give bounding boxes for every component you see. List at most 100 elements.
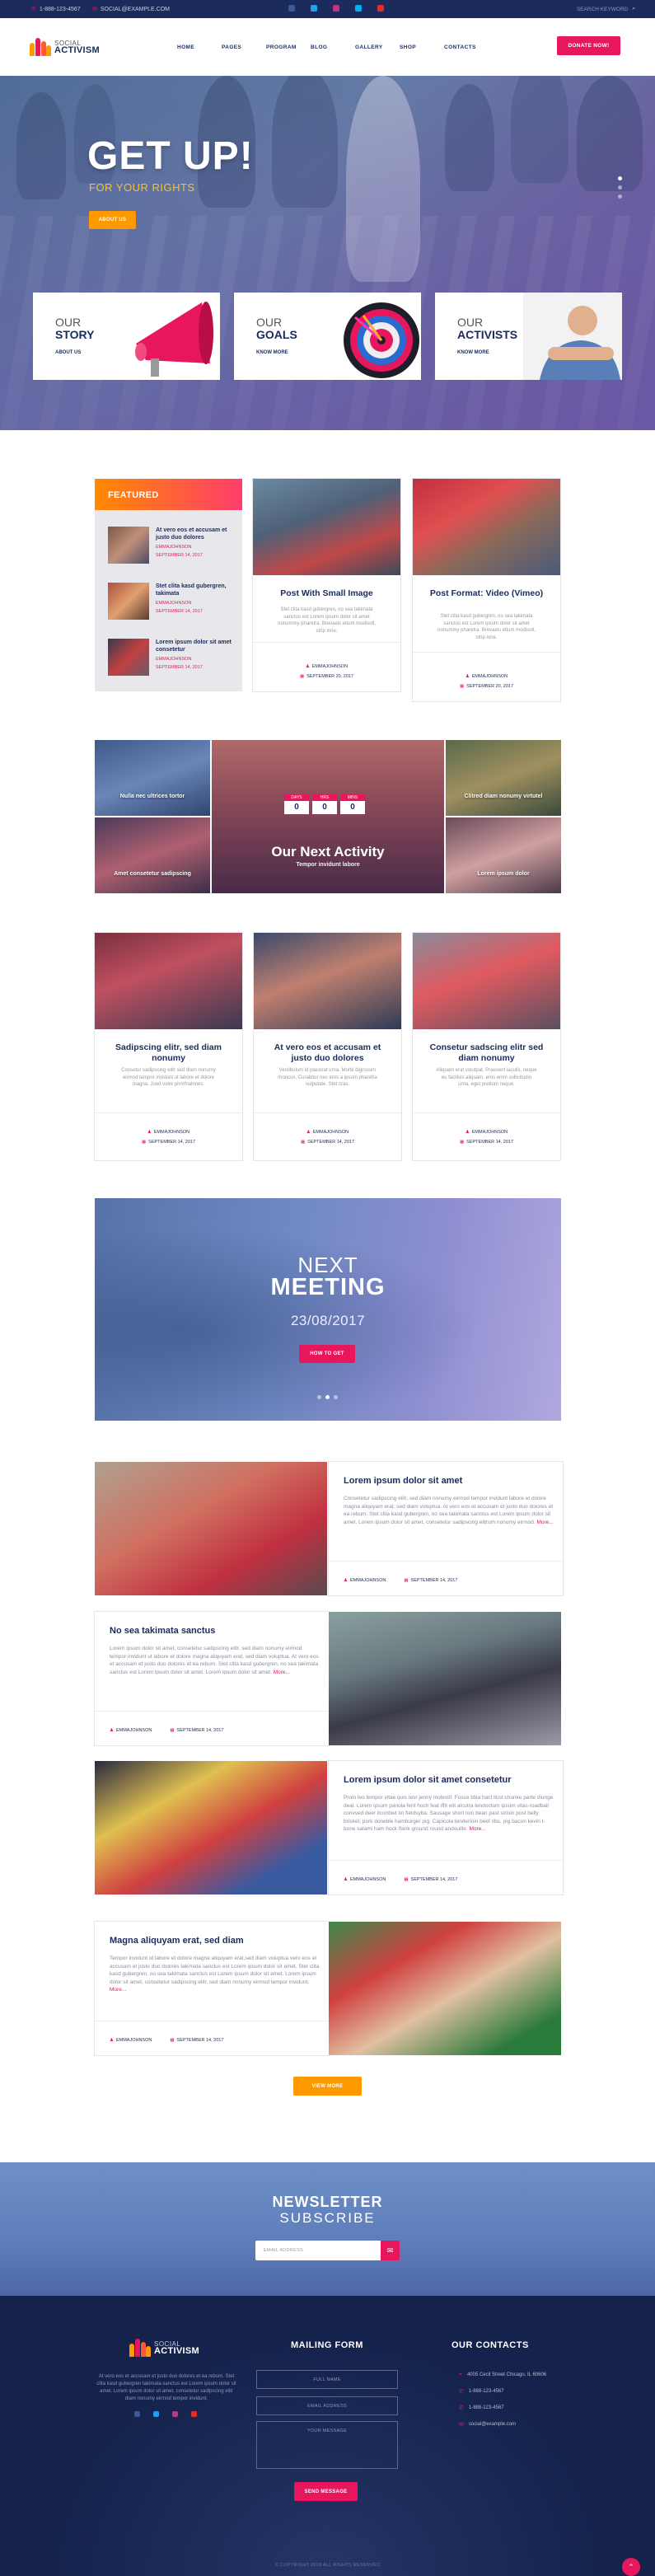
slider-dot[interactable] — [325, 1395, 330, 1399]
post-date: ▦ SEPTEMBER 20, 2017 — [459, 684, 514, 689]
post-card[interactable]: At vero eos et accusam et justo duo dolo… — [254, 933, 401, 1160]
post-author[interactable]: ♟ EMMAJOHNSON — [254, 1129, 401, 1136]
slider-dot[interactable] — [618, 194, 622, 199]
featured-item[interactable]: Stet clita kasd gubergren, takimata EMMA… — [108, 583, 240, 624]
location-icon: ⌖ — [459, 2372, 462, 2377]
activity-tile[interactable]: Lorem ipsum dolor — [446, 817, 561, 893]
logo[interactable]: SOCIAL ACTIVISM — [30, 38, 100, 56]
post-author[interactable]: ♟ EMMAJOHNSON — [413, 1129, 560, 1136]
youtube-icon[interactable] — [377, 5, 384, 12]
post-author[interactable]: ♟ EMMAJOHNSON — [344, 1877, 386, 1882]
scroll-to-top-button[interactable]: ⌃ — [622, 2558, 640, 2576]
activity-tile[interactable]: Nulla nec ultrices tortor — [95, 740, 210, 816]
instagram-icon[interactable] — [172, 2411, 178, 2417]
more-link[interactable]: More... — [470, 1826, 486, 1832]
activity-featured[interactable]: DAYS 0 HRS 0 MINS 0 Our Next Activity Te… — [212, 740, 444, 893]
logo-big-text: ACTIVISM — [54, 45, 100, 55]
email-field[interactable]: EMAIL ADDRESS — [256, 2396, 398, 2415]
next-meeting-slider: NEXT MEETING 23/08/2017 HOW TO GET — [95, 1198, 561, 1421]
user-icon: ♟ — [305, 664, 310, 669]
topbar-email[interactable]: ✉ SOCIAL@EXAMPLE.COM — [92, 6, 170, 13]
topbar-phone[interactable]: ✆ 1-888-123-4567 — [31, 6, 81, 13]
message-field[interactable]: YOUR MESSAGE — [256, 2421, 398, 2469]
post-author[interactable]: ♟ EMMAJOHNSON — [95, 1129, 242, 1136]
post-author[interactable]: ♟ EMMAJOHNSON — [413, 673, 560, 681]
post-card[interactable]: Post With Small Image Stet clita kasd gu… — [253, 479, 400, 691]
post-date: ▦ SEPTEMBER 14, 2017 — [459, 1140, 514, 1145]
nav-blog[interactable]: BLOG — [311, 44, 355, 50]
nav-contacts[interactable]: CONTACTS — [444, 44, 489, 50]
skype-icon[interactable] — [355, 5, 362, 12]
contacts-title: OUR CONTACTS — [451, 2340, 529, 2350]
more-link[interactable]: More... — [110, 1987, 126, 1993]
post-card[interactable]: Post Format: Video (Vimeo) Stet clita ka… — [413, 479, 560, 701]
card-our-activists[interactable]: OUR ACTIVISTS KNOW MORE — [435, 293, 622, 380]
chevron-up-icon: ⌃ — [628, 2562, 634, 2571]
featured-item[interactable]: At vero eos et accusam et justo duo dolo… — [108, 527, 240, 568]
twitter-icon[interactable] — [311, 5, 317, 12]
how-to-get-button[interactable]: HOW TO GET — [299, 1345, 355, 1363]
post-author[interactable]: ♟ EMMAJOHNSON — [344, 1578, 386, 1583]
view-more-button[interactable]: VIEW MORE — [293, 2077, 362, 2096]
footer-logo[interactable]: SOCIAL ACTIVISM — [129, 2339, 199, 2357]
post-card[interactable]: Consetur sadscing elitr sed diam nonumy … — [413, 933, 560, 1160]
activity-tile[interactable]: Clitred diam nonumy virtutel — [446, 740, 561, 816]
slider-dots — [618, 176, 622, 199]
search-icon[interactable]: ⌕ — [632, 6, 635, 12]
mailing-form-title: MAILING FORM — [291, 2340, 363, 2350]
footer-social-links — [134, 2411, 197, 2417]
hero-slider: GET UP! FOR YOUR RIGHTS ABOUT US OUR STO… — [0, 76, 655, 430]
youtube-icon[interactable] — [191, 2411, 197, 2417]
slider-dot[interactable] — [618, 176, 622, 180]
newsletter-submit-button[interactable]: ✉ — [381, 2241, 400, 2260]
nav-pages[interactable]: PAGES — [222, 44, 266, 50]
more-link[interactable]: More... — [274, 1670, 290, 1675]
footer-description: At vero eos et accusam et justo duo dolo… — [96, 2374, 236, 2401]
nav-program[interactable]: PROGRAM — [266, 44, 311, 50]
more-link[interactable]: More... — [536, 1520, 553, 1525]
search-input[interactable]: SEARCH KEYWORD ⌕ — [536, 2, 635, 16]
card-link[interactable]: ABOUT US — [55, 350, 81, 355]
donate-button[interactable]: DONATE NOW! — [557, 36, 620, 55]
newsletter-email-input[interactable]: EMAIL ADDRESS — [255, 2241, 381, 2260]
card-link[interactable]: KNOW MORE — [457, 350, 489, 355]
contact-phone[interactable]: ✆ 1-888-123-4567 — [459, 2405, 504, 2411]
contact-phone[interactable]: ✆ 1-888-123-4567 — [459, 2388, 504, 2395]
nav-gallery[interactable]: GALLERY — [355, 44, 400, 50]
slider-dot[interactable] — [317, 1395, 321, 1399]
card-our-goals[interactable]: OUR GOALS KNOW MORE — [234, 293, 421, 380]
post-image[interactable] — [95, 1462, 327, 1595]
full-name-field[interactable]: FULL NAME — [256, 2370, 398, 2389]
instagram-icon[interactable] — [333, 5, 339, 12]
slider-dot[interactable] — [618, 185, 622, 190]
facebook-icon[interactable] — [134, 2411, 140, 2417]
card-our-story[interactable]: OUR STORY ABOUT US — [33, 293, 220, 380]
post-author[interactable]: ♟ EMMAJOHNSON — [110, 1728, 152, 1733]
meeting-slider-dots — [317, 1395, 338, 1399]
post-author[interactable]: ♟ EMMAJOHNSON — [110, 2038, 152, 2043]
contact-email[interactable]: ✉ social@example.com — [459, 2421, 516, 2428]
meeting-date: 23/08/2017 — [290, 1313, 366, 1328]
hero-subtitle: FOR YOUR RIGHTS — [89, 181, 195, 194]
send-message-button[interactable]: SEND MESSAGE — [294, 2482, 358, 2501]
featured-thumbnail — [108, 527, 149, 564]
user-icon: ♟ — [306, 1130, 311, 1135]
twitter-icon[interactable] — [153, 2411, 159, 2417]
post-author[interactable]: ♟ EMMAJOHNSON — [253, 663, 400, 671]
post-card[interactable]: Sadipscing elitr, sed diam nonumy Conset… — [95, 933, 242, 1160]
card-link[interactable]: KNOW MORE — [256, 350, 288, 355]
nav-shop[interactable]: SHOP — [400, 44, 444, 50]
post-image[interactable] — [329, 1612, 561, 1745]
mail-icon: ✉ — [459, 2422, 464, 2428]
activity-tile[interactable]: Amet consetetur sadipscing — [95, 817, 210, 893]
slider-dot[interactable] — [334, 1395, 338, 1399]
megaphone-icon — [121, 293, 220, 380]
post-row: Lorem ipsum dolor sit amet Consetetur sa… — [95, 1462, 563, 1595]
about-us-button[interactable]: ABOUT US — [89, 211, 136, 229]
post-image[interactable] — [95, 1761, 327, 1895]
featured-item[interactable]: Lorem ipsum dolor sit amet consetetur EM… — [108, 639, 240, 680]
calendar-icon: ▦ — [299, 674, 305, 679]
nav-home[interactable]: HOME — [177, 44, 222, 50]
facebook-icon[interactable] — [288, 5, 295, 12]
post-image[interactable] — [329, 1922, 561, 2055]
